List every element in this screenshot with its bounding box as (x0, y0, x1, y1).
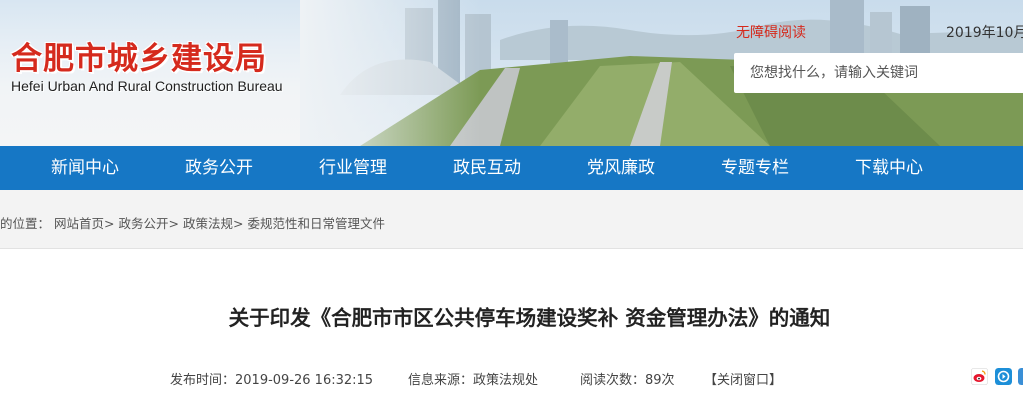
nav-item-industry[interactable]: 行业管理 (319, 146, 387, 190)
qzone-icon[interactable] (995, 368, 1012, 385)
breadcrumb-bar: 的位置： 网站首页> 政务公开> 政策法规> 委规范性和日常管理文件 (0, 190, 1023, 249)
nav-item-topics[interactable]: 专题专栏 (721, 146, 789, 190)
info-source: 信息来源：政策法规处 (408, 373, 539, 388)
publish-time: 发布时间：2019-09-26 16:32:15 (170, 373, 374, 388)
site-logo-subtitle: Hefei Urban And Rural Construction Burea… (11, 78, 283, 94)
breadcrumb-separator: > (232, 216, 244, 231)
site-header: 合肥市城乡建设局 Hefei Urban And Rural Construct… (0, 0, 1023, 146)
nav-item-news[interactable]: 新闻中心 (51, 146, 119, 190)
nav-item-integrity[interactable]: 党风廉政 (587, 146, 655, 190)
nav-item-interaction[interactable]: 政民互动 (453, 146, 521, 190)
view-count: 阅读次数：89次 (580, 373, 675, 388)
weibo-icon[interactable] (971, 368, 988, 385)
breadcrumb-prefix: 的位置： (0, 216, 51, 231)
breadcrumb-separator: > (168, 216, 179, 231)
breadcrumb-policy[interactable]: 政策法规 (183, 216, 233, 231)
breadcrumb-current[interactable]: 委规范性和日常管理文件 (247, 216, 385, 231)
breadcrumb-home[interactable]: 网站首页 (54, 216, 104, 231)
site-logo-title[interactable]: 合肥市城乡建设局 (11, 33, 267, 78)
breadcrumb-separator: > (104, 216, 115, 231)
breadcrumb-gov-affairs[interactable]: 政务公开 (118, 216, 168, 231)
main-nav: 新闻中心 政务公开 行业管理 政民互动 党风廉政 专题专栏 下载中心 (0, 146, 1023, 190)
share-more-icon[interactable] (1018, 368, 1023, 385)
close-window-link[interactable]: 【关闭窗口】 (704, 369, 782, 388)
search-input[interactable]: 您想找什么，请输入关键词 (734, 53, 1023, 93)
article-title: 关于印发《合肥市市区公共停车场建设奖补 资金管理办法》的通知 (228, 306, 831, 330)
nav-item-gov-affairs[interactable]: 政务公开 (185, 146, 253, 190)
accessibility-reading-link[interactable]: 无障碍阅读 (736, 22, 806, 42)
article-panel: 关于印发《合肥市市区公共停车场建设奖补 资金管理办法》的通知 发布时间：2019… (0, 249, 1023, 408)
nav-item-downloads[interactable]: 下载中心 (855, 146, 923, 190)
current-date: 2019年10月 (946, 25, 1023, 41)
breadcrumb: 的位置： 网站首页> 政务公开> 政策法规> 委规范性和日常管理文件 (0, 213, 385, 232)
